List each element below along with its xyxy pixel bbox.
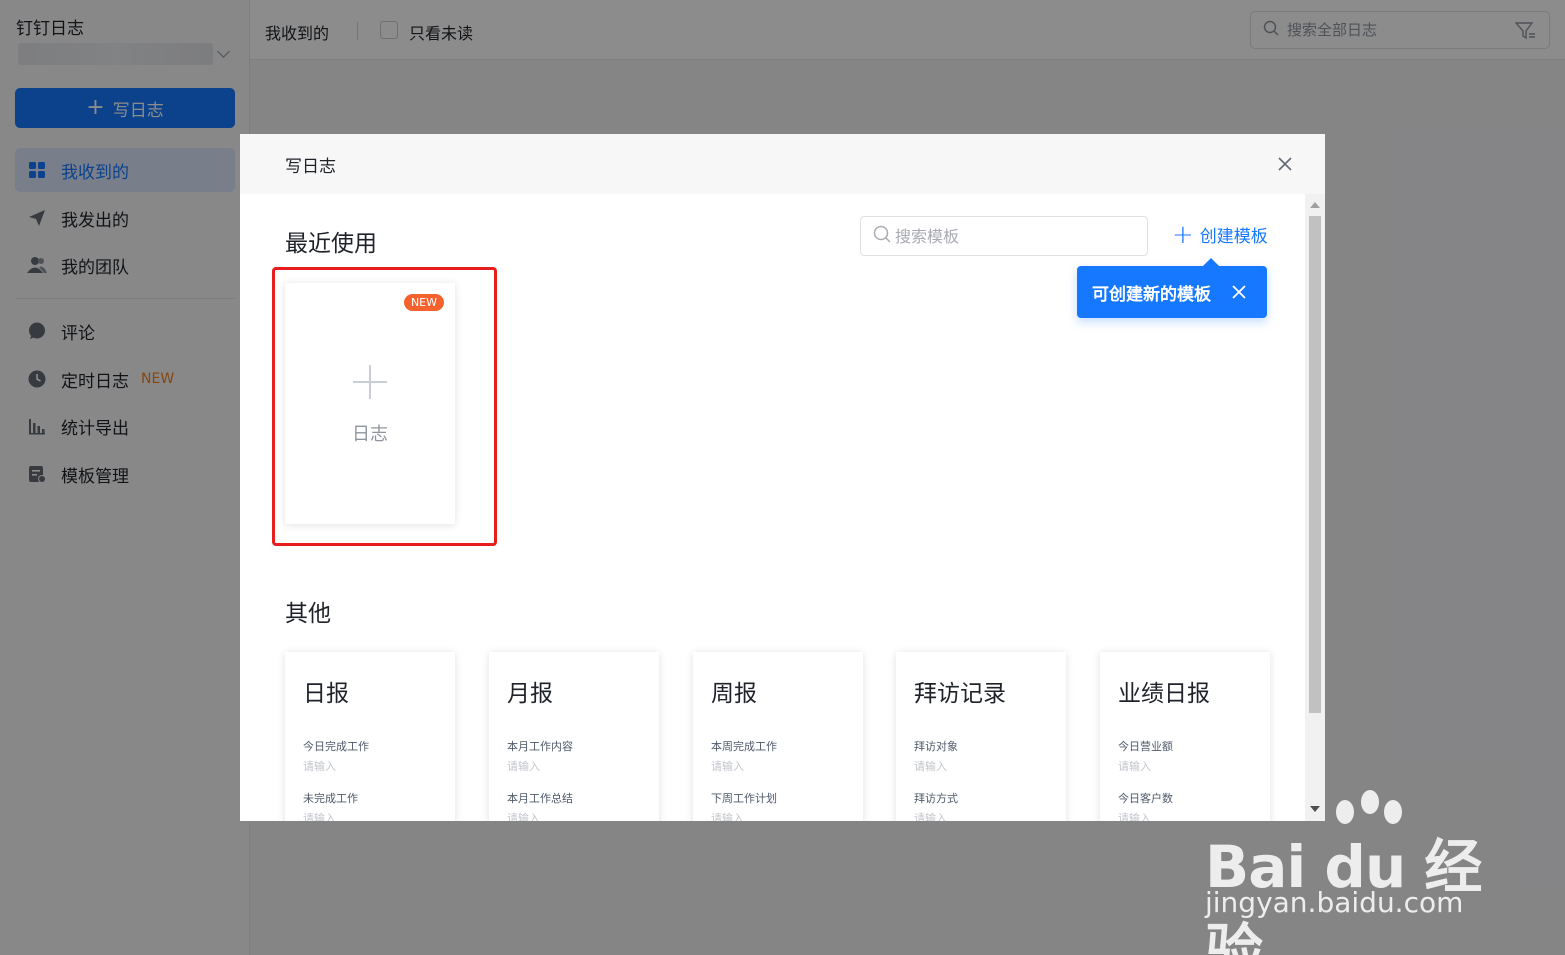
other-section-title: 其他 <box>285 601 331 627</box>
search-icon <box>873 225 891 247</box>
field-label: 拜访方式 <box>914 792 958 805</box>
field-placeholder: 请输入 <box>914 760 947 773</box>
dialog-header: 写日志 <box>240 134 1325 194</box>
scroll-down-icon[interactable] <box>1310 806 1320 812</box>
close-icon[interactable] <box>1229 282 1249 302</box>
dialog-title: 写日志 <box>285 156 336 177</box>
field-label: 今日完成工作 <box>303 740 369 753</box>
field-label: 今日客户数 <box>1118 792 1173 805</box>
field-placeholder: 请输入 <box>711 812 744 821</box>
template-search-box[interactable] <box>860 216 1148 256</box>
field-placeholder: 请输入 <box>711 760 744 773</box>
field-placeholder: 请输入 <box>507 760 540 773</box>
create-template-tooltip: 可创建新的模板 <box>1077 258 1267 318</box>
field-placeholder: 请输入 <box>303 760 336 773</box>
new-log-card[interactable]: NEW 日志 <box>285 283 455 524</box>
plus-icon <box>352 364 388 400</box>
tooltip-text: 可创建新的模板 <box>1092 284 1211 305</box>
template-title: 月报 <box>507 681 553 707</box>
field-label: 拜访对象 <box>914 740 958 753</box>
field-label: 下周工作计划 <box>711 792 777 805</box>
scrollbar-thumb[interactable] <box>1309 216 1321 713</box>
template-title: 业绩日报 <box>1118 681 1210 707</box>
close-icon[interactable] <box>1275 154 1295 174</box>
field-label: 本月工作内容 <box>507 740 573 753</box>
field-label: 未完成工作 <box>303 792 358 805</box>
template-search-input[interactable] <box>895 226 1135 246</box>
template-card-visit[interactable]: 拜访记录 拜访对象 请输入 拜访方式 请输入 <box>896 652 1066 821</box>
dialog-body: 最近使用 + 创建模板 可创建新的模板 NEW 日志 其他 <box>240 194 1305 821</box>
field-placeholder: 请输入 <box>1118 760 1151 773</box>
field-placeholder: 请输入 <box>914 812 947 821</box>
template-card-performance[interactable]: 业绩日报 今日营业额 请输入 今日客户数 请输入 <box>1100 652 1270 821</box>
new-log-label: 日志 <box>352 424 388 445</box>
field-label: 今日营业额 <box>1118 740 1173 753</box>
create-template-button[interactable]: + 创建模板 <box>1172 219 1268 250</box>
recent-section-title: 最近使用 <box>285 231 377 257</box>
field-placeholder: 请输入 <box>507 812 540 821</box>
template-card-monthly[interactable]: 月报 本月工作内容 请输入 本月工作总结 请输入 <box>489 652 659 821</box>
field-placeholder: 请输入 <box>303 812 336 821</box>
template-card-daily[interactable]: 日报 今日完成工作 请输入 未完成工作 请输入 <box>285 652 455 821</box>
plus-icon: + <box>1172 219 1194 250</box>
field-label: 本周完成工作 <box>711 740 777 753</box>
scroll-up-icon[interactable] <box>1310 202 1320 208</box>
dialog-scrollbar[interactable] <box>1305 194 1325 821</box>
template-title: 周报 <box>711 681 757 707</box>
new-badge: NEW <box>403 294 444 311</box>
template-title: 拜访记录 <box>914 681 1006 707</box>
template-card-weekly[interactable]: 周报 本周完成工作 请输入 下周工作计划 请输入 <box>693 652 863 821</box>
field-placeholder: 请输入 <box>1118 812 1151 821</box>
template-title: 日报 <box>303 681 349 707</box>
create-template-label: 创建模板 <box>1199 227 1268 247</box>
field-label: 本月工作总结 <box>507 792 573 805</box>
write-log-dialog: 写日志 最近使用 + 创建模板 可创建新的模板 NEW <box>240 134 1325 821</box>
